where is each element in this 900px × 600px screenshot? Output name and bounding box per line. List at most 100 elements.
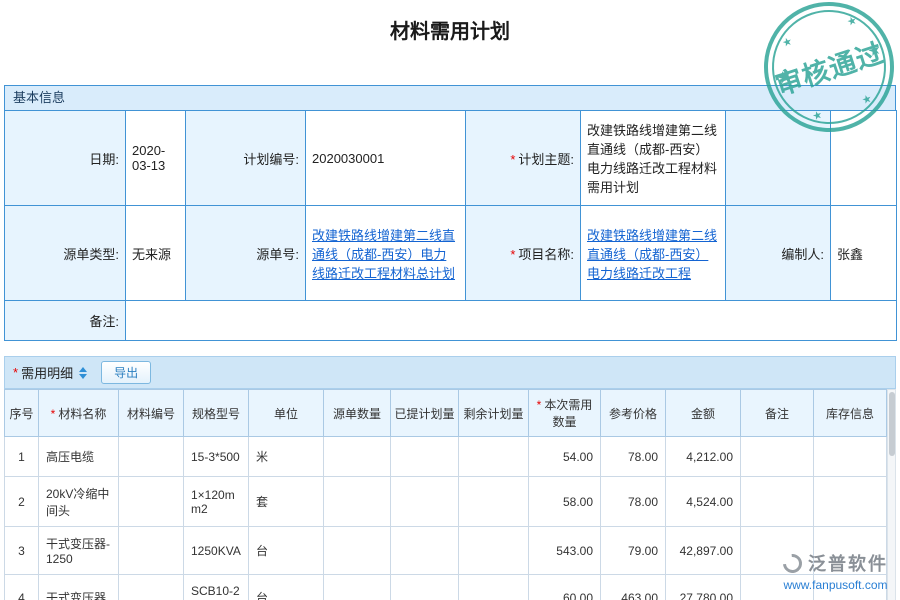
basic-info-section: 基本信息 日期: 2020-03-13 计划编号: 2020030001 *计划… — [4, 85, 896, 341]
remark-label-text: 备注: — [89, 314, 119, 329]
detail-column-header: 剩余计划量 — [459, 390, 529, 437]
detail-cell: 20kV冷缩中间头 — [39, 477, 119, 527]
detail-cell: 15-3*500 — [184, 437, 249, 477]
detail-column-header: *本次需用数量 — [529, 390, 601, 437]
vendor-logo: 泛普软件 www.fanpusoft.com — [783, 550, 888, 592]
detail-cell — [324, 527, 391, 575]
material-requirement-plan-page: 材料需用计划 基本信息 日期: 2020-03-13 计划编号: 2020030… — [0, 0, 900, 600]
detail-cell: 干式变压器 — [39, 575, 119, 600]
detail-cell — [459, 477, 529, 527]
detail-cell: 543.00 — [529, 527, 601, 575]
vendor-url: www.fanpusoft.com — [783, 578, 888, 592]
detail-header-row: 序号*材料名称材料编号规格型号单位源单数量已提计划量剩余计划量*本次需用数量参考… — [5, 390, 887, 437]
detail-table-row: 1高压电缆15-3*500米54.0078.004,212.00 — [5, 437, 887, 477]
remark-value — [126, 301, 897, 341]
plan-no-value-text: 2020030001 — [312, 151, 384, 166]
detail-cell — [324, 477, 391, 527]
creator-value-text: 张鑫 — [837, 247, 863, 262]
detail-cell — [391, 575, 459, 600]
plan-no-value: 2020030001 — [306, 111, 466, 206]
basic-info-table: 日期: 2020-03-13 计划编号: 2020030001 *计划主题: 改… — [4, 110, 897, 341]
detail-cell: 54.00 — [529, 437, 601, 477]
detail-cell: 4 — [5, 575, 39, 600]
detail-column-header: 源单数量 — [324, 390, 391, 437]
detail-column-header: 备注 — [741, 390, 814, 437]
date-value: 2020-03-13 — [126, 111, 186, 206]
creator-label: 编制人: — [726, 206, 831, 301]
detail-cell — [324, 575, 391, 600]
required-marker: * — [537, 398, 542, 412]
detail-cell: 27,780.00 — [666, 575, 741, 600]
project-label-text: 项目名称: — [518, 247, 574, 262]
scrollbar-thumb[interactable] — [889, 392, 895, 456]
detail-table: 序号*材料名称材料编号规格型号单位源单数量已提计划量剩余计划量*本次需用数量参考… — [4, 389, 887, 600]
detail-cell — [741, 477, 814, 527]
detail-cell: 2 — [5, 477, 39, 527]
vertical-scrollbar[interactable] — [887, 389, 896, 600]
detail-cell — [119, 437, 184, 477]
date-label-text: 日期: — [89, 152, 119, 167]
detail-column-header: 已提计划量 — [391, 390, 459, 437]
basic-info-title: 基本信息 — [13, 90, 65, 105]
creator-value: 张鑫 — [831, 206, 897, 301]
detail-toolbar: * 需用明细 导出 — [4, 356, 896, 389]
detail-table-row: 4干式变压器SCB10-2000台60.00463.0027,780.00 — [5, 575, 887, 600]
subject-label-text: 计划主题: — [518, 152, 574, 167]
detail-cell: 58.00 — [529, 477, 601, 527]
detail-cell: 套 — [249, 477, 324, 527]
basic-info-section-header: 基本信息 — [4, 85, 896, 110]
detail-cell: 1 — [5, 437, 39, 477]
detail-cell: 干式变压器-1250 — [39, 527, 119, 575]
detail-cell: 1×120mm2 — [184, 477, 249, 527]
basic-row-date: 日期: 2020-03-13 计划编号: 2020030001 *计划主题: 改… — [5, 111, 897, 206]
detail-table-row: 3干式变压器-12501250KVA台543.0079.0042,897.00 — [5, 527, 887, 575]
star-icon: ★ — [866, 41, 883, 59]
creator-label-text: 编制人: — [781, 247, 824, 262]
date-value-text: 2020-03-13 — [132, 143, 165, 173]
detail-column-header: 材料编号 — [119, 390, 184, 437]
detail-cell — [324, 437, 391, 477]
remark-label: 备注: — [5, 301, 126, 341]
detail-cell — [814, 477, 887, 527]
sort-toggle-icon[interactable] — [79, 367, 87, 379]
page-title: 材料需用计划 — [0, 0, 900, 44]
detail-column-header: 金额 — [666, 390, 741, 437]
vendor-logo-icon — [779, 550, 806, 577]
detail-cell: 78.00 — [601, 477, 666, 527]
detail-cell — [459, 575, 529, 600]
source-no-label: 源单号: — [186, 206, 306, 301]
vendor-brand-name: 泛普软件 — [808, 550, 888, 576]
detail-column-header: *材料名称 — [39, 390, 119, 437]
detail-table-wrap: 序号*材料名称材料编号规格型号单位源单数量已提计划量剩余计划量*本次需用数量参考… — [4, 389, 896, 600]
detail-table-row: 220kV冷缩中间头 1×120mm2套 58.0078.004,524.00 — [5, 477, 887, 527]
detail-cell — [119, 527, 184, 575]
subject-label: *计划主题: — [466, 111, 581, 206]
project-name-label: *项目名称: — [466, 206, 581, 301]
detail-cell: 4,524.00 — [666, 477, 741, 527]
empty-label-cell — [726, 111, 831, 206]
basic-row-source: 源单类型: 无来源 源单号: 改建铁路线增建第二线直通线（成都-西安）电力线路迁… — [5, 206, 897, 301]
detail-cell: 高压电缆 — [39, 437, 119, 477]
detail-cell: 463.00 — [601, 575, 666, 600]
export-button[interactable]: 导出 — [101, 361, 151, 384]
detail-section-title: 需用明细 — [21, 363, 73, 382]
detail-cell: 台 — [249, 527, 324, 575]
source-type-value-text: 无来源 — [132, 247, 171, 262]
detail-column-header: 序号 — [5, 390, 39, 437]
plan-no-label-text: 计划编号: — [243, 152, 299, 167]
source-type-label-text: 源单类型: — [63, 247, 119, 262]
detail-cell — [741, 437, 814, 477]
detail-cell: 79.00 — [601, 527, 666, 575]
detail-cell — [459, 527, 529, 575]
source-no-label-text: 源单号: — [256, 247, 299, 262]
source-type-value: 无来源 — [126, 206, 186, 301]
detail-column-header: 库存信息 — [814, 390, 887, 437]
required-marker: * — [510, 247, 515, 262]
basic-row-remark: 备注: — [5, 301, 897, 341]
required-marker: * — [510, 152, 515, 167]
project-name-link[interactable]: 改建铁路线增建第二线直通线（成都-西安）电力线路迁改工程 — [587, 228, 717, 281]
subject-value-text: 改建铁路线增建第二线直通线（成都-西安）电力线路迁改工程材料需用计划 — [587, 123, 717, 195]
detail-column-header: 单位 — [249, 390, 324, 437]
required-marker: * — [13, 365, 18, 380]
source-no-link[interactable]: 改建铁路线增建第二线直通线（成都-西安）电力线路迁改工程材料总计划 — [312, 228, 455, 281]
